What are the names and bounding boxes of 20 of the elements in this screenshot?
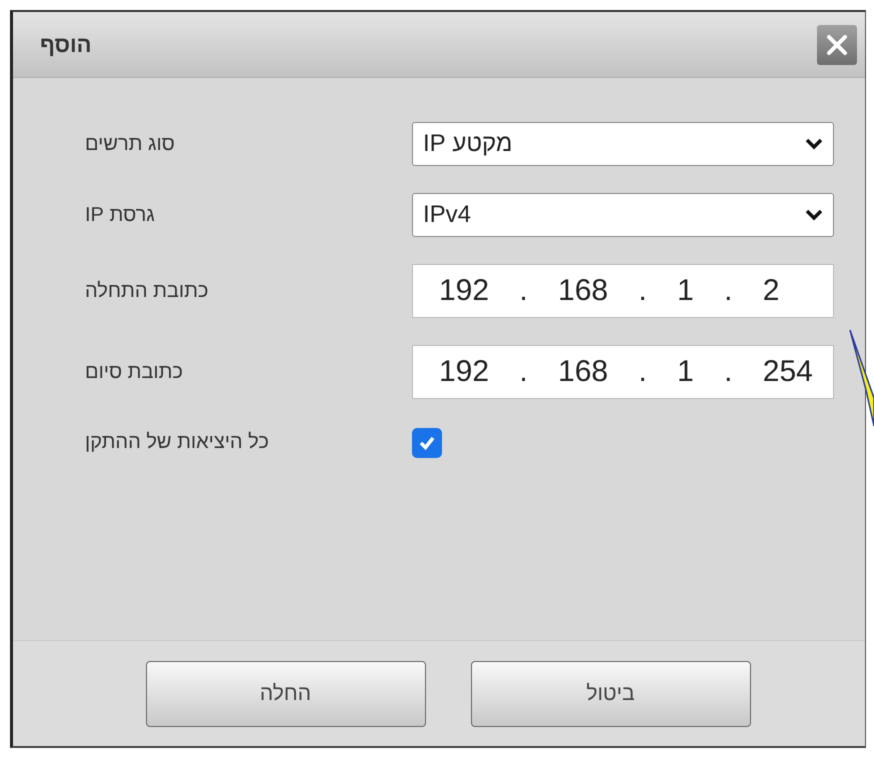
ip-address-field[interactable]: 192 . 168 . 1 . 2 <box>412 264 834 318</box>
arrow-icon <box>848 328 874 428</box>
chevron-down-icon <box>805 138 823 150</box>
chevron-down-icon <box>805 209 823 221</box>
checkbox[interactable] <box>412 428 442 458</box>
dropdown-value: IPv4 <box>423 201 472 229</box>
dialog-button[interactable]: החלה <box>146 660 426 726</box>
dialog-title: הוסף <box>40 32 92 58</box>
field-label: כתובת התחלה <box>85 280 210 302</box>
dialog-button[interactable]: ביטול <box>470 660 750 726</box>
close-icon <box>826 34 848 56</box>
ip-address-field[interactable]: 192 . 168 . 1 . 254 <box>412 345 834 399</box>
field-label: כתובת סיום <box>85 360 184 384</box>
dropdown-field[interactable]: IPv4 <box>412 193 834 237</box>
field-label: סוג תרשים <box>85 132 176 156</box>
field-label: גרסת IP <box>85 204 156 226</box>
close-button[interactable] <box>817 24 857 64</box>
dropdown-field[interactable]: מקטע IP <box>412 122 834 166</box>
dropdown-value: מקטע IP <box>423 130 512 158</box>
field-label: כל היציאות של ההתקן <box>85 431 270 454</box>
